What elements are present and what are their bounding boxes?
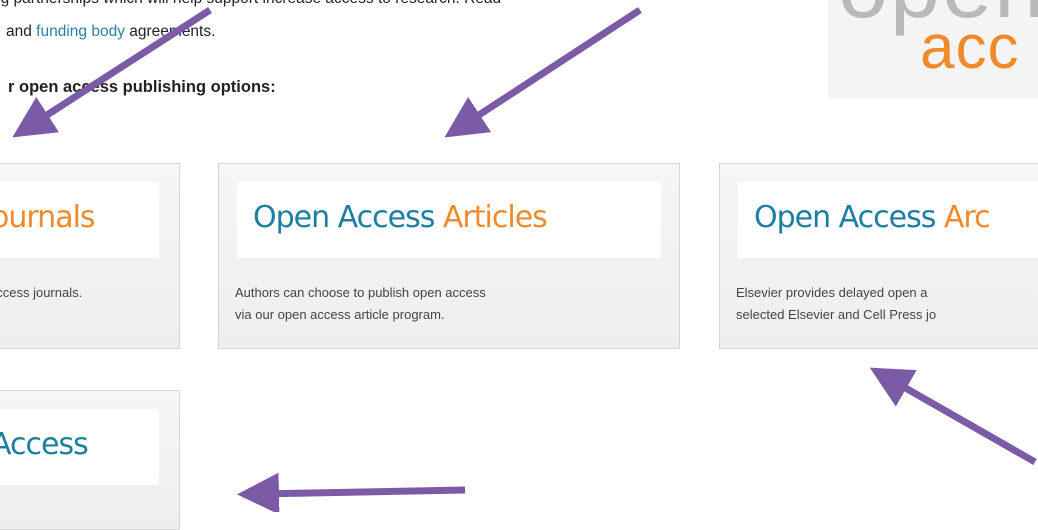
card-description: access journals.: [0, 285, 83, 300]
card-description-line-1: Authors can choose to publish open acces…: [235, 285, 486, 300]
funding-body-link[interactable]: funding body: [36, 23, 125, 40]
intro-line-1: ng partnerships which will help support …: [0, 0, 501, 12]
card-title: Open Access Arc: [754, 200, 991, 235]
arrow-2: [444, 7, 642, 138]
card-description-line-1: Elsevier provides delayed open a: [736, 285, 928, 300]
card-title-orange: Articles: [442, 200, 548, 235]
intro-line-2-prefix: and: [6, 23, 37, 40]
card-title-blue: Access: [0, 427, 89, 462]
arrow-4: [237, 472, 466, 512]
card-description: Authors can choose to publish open acces…: [235, 282, 486, 326]
card-title: Open Access Articles: [253, 200, 548, 235]
card-description: Elsevier provides delayed open a selecte…: [736, 282, 936, 326]
logo-bottom-text: acc: [920, 13, 1020, 82]
intro-line-2-suffix: agreements.: [124, 23, 216, 40]
arrow-3: [869, 367, 1037, 466]
card-title-orange: Arc: [943, 200, 991, 235]
card-title-blue: Open Access: [754, 200, 944, 235]
card-title-blue: Open Access: [253, 200, 443, 235]
card-title-orange: ournals: [0, 200, 96, 235]
card-description-line-2: via our open access article program.: [235, 307, 445, 322]
card-title: Access: [0, 427, 89, 462]
card-open-access-articles[interactable]: Open Access Articles Authors can choose …: [218, 163, 680, 349]
intro-line-2: and funding body agreements.: [6, 19, 215, 45]
card-description-line-2: selected Elsevier and Cell Press jo: [736, 307, 937, 322]
card-title: ournals: [0, 200, 96, 235]
options-heading: r open access publishing options:: [8, 78, 276, 96]
card-open-access-journals[interactable]: ournals access journals.: [0, 163, 180, 349]
open-access-logo: open acc: [828, 0, 1038, 98]
card-open-access-archive[interactable]: Open Access Arc Elsevier provides delaye…: [719, 163, 1038, 349]
card-access[interactable]: Access: [0, 390, 180, 530]
